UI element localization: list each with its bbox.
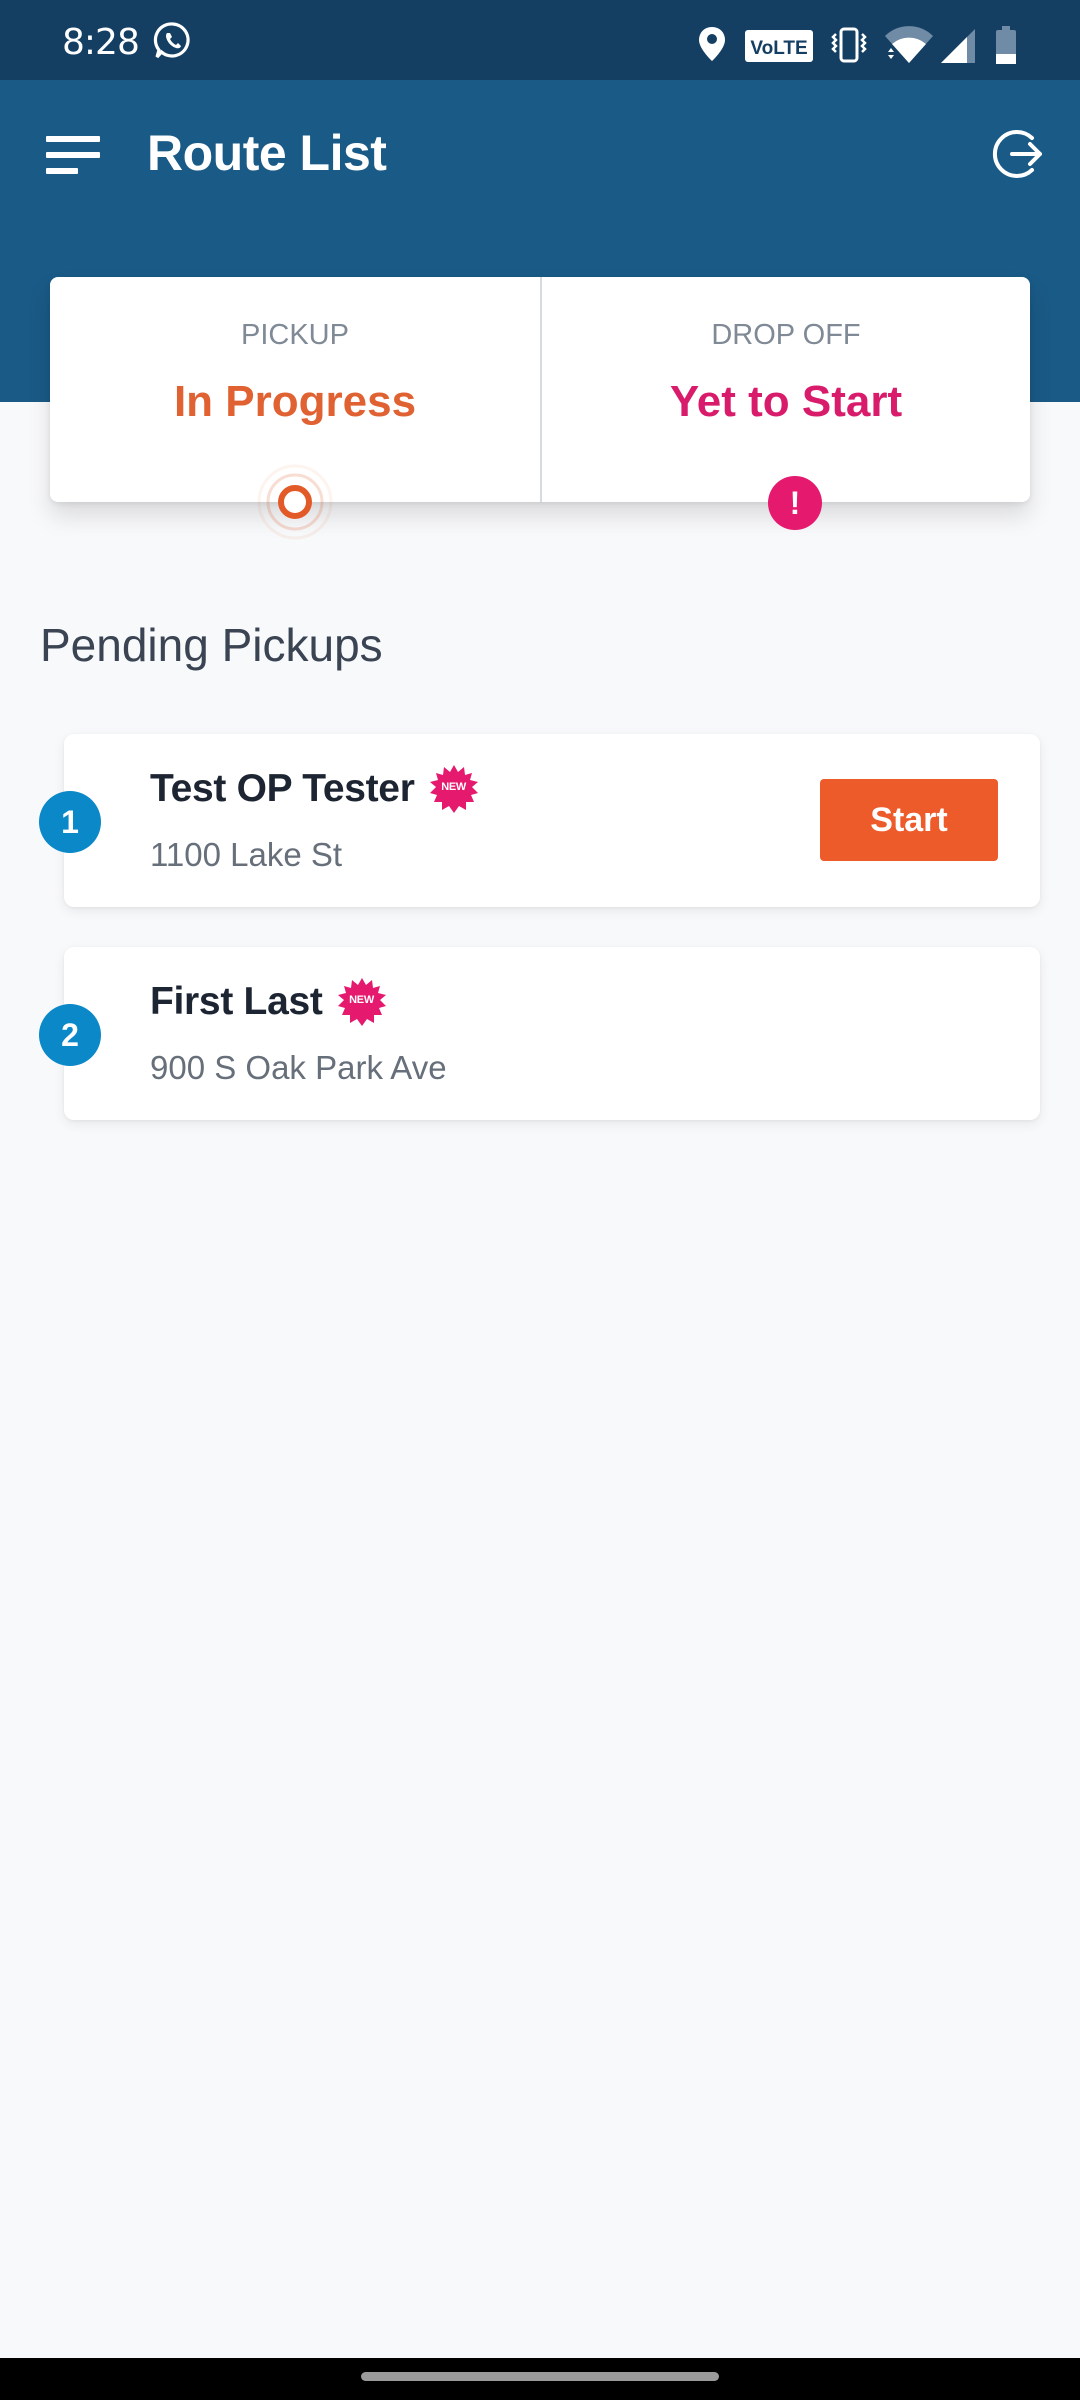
stop-number-badge: 2 bbox=[39, 1004, 101, 1066]
stop-name: Test OP Tester NEW bbox=[150, 764, 479, 814]
list-item[interactable]: First Last NEW 900 S Oak Park Ave bbox=[64, 947, 1040, 1120]
section-title: Pending Pickups bbox=[40, 619, 383, 671]
vibrate-icon bbox=[830, 26, 868, 69]
new-badge-icon: NEW bbox=[337, 977, 387, 1027]
svg-text:VoLTE: VoLTE bbox=[750, 38, 807, 59]
list-item[interactable]: Test OP Tester NEW 1100 Lake St Start bbox=[64, 734, 1040, 907]
status-time: 8:28 bbox=[62, 22, 140, 63]
whatsapp-icon bbox=[152, 20, 194, 67]
volte-icon: VoLTE bbox=[745, 30, 813, 67]
dropoff-status-value: Yet to Start bbox=[669, 377, 903, 426]
stop-number-badge: 1 bbox=[39, 791, 101, 853]
pickup-label: PICKUP bbox=[241, 319, 349, 351]
pickup-status-value: In Progress bbox=[173, 377, 417, 426]
system-nav-bar bbox=[0, 2358, 1080, 2400]
route-status-card: PICKUP In Progress DROP OFF Yet to Start bbox=[50, 277, 1030, 502]
dropoff-label: DROP OFF bbox=[711, 319, 861, 351]
location-icon bbox=[698, 26, 726, 67]
home-gesture-handle[interactable] bbox=[361, 2372, 719, 2381]
logout-icon[interactable] bbox=[988, 124, 1048, 184]
dropoff-status[interactable]: DROP OFF Yet to Start bbox=[540, 277, 1030, 502]
new-badge-icon: NEW bbox=[429, 764, 479, 814]
in-progress-ring-icon bbox=[255, 462, 335, 542]
start-button[interactable]: Start bbox=[820, 779, 998, 861]
page-title: Route List bbox=[147, 125, 387, 181]
stop-name-text: First Last bbox=[150, 980, 323, 1023]
alert-icon: ! bbox=[768, 476, 822, 530]
stop-address: 1100 Lake St bbox=[150, 836, 343, 873]
status-bar: 8:28 VoLTE bbox=[0, 0, 1080, 80]
battery-icon bbox=[995, 26, 1017, 69]
stop-name: First Last NEW bbox=[150, 977, 387, 1027]
signal-icon bbox=[940, 28, 976, 69]
stop-address: 900 S Oak Park Ave bbox=[150, 1049, 447, 1086]
hamburger-menu-icon[interactable] bbox=[46, 132, 102, 176]
wifi-icon bbox=[884, 26, 934, 69]
stop-name-text: Test OP Tester bbox=[150, 767, 415, 810]
